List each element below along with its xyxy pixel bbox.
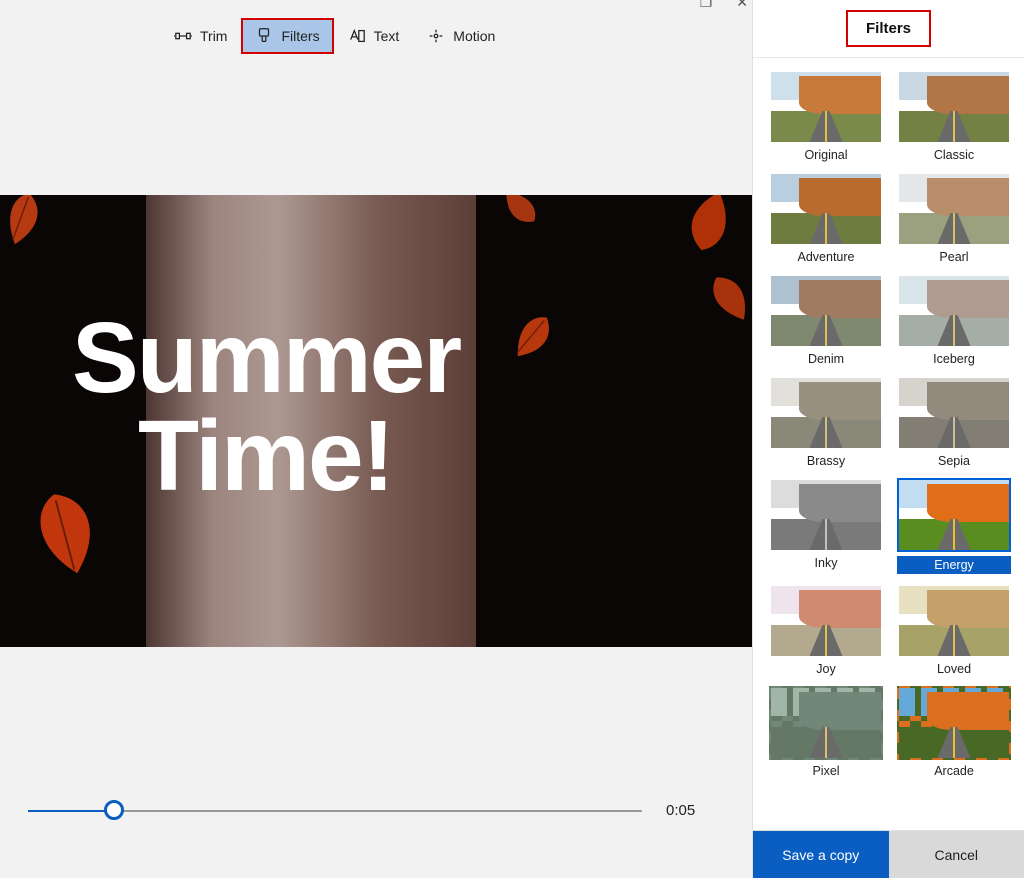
filter-label: Loved — [937, 662, 971, 676]
filter-thumb — [897, 686, 1011, 760]
filter-item-iceberg[interactable]: Iceberg — [897, 274, 1011, 366]
restore-icon[interactable]: ❐ — [700, 0, 713, 11]
filter-thumb — [769, 686, 883, 760]
timeline-fill — [28, 810, 114, 812]
overlay-line2: Time! — [72, 407, 460, 505]
filter-item-arcade[interactable]: Arcade — [897, 686, 1011, 778]
filter-thumb — [897, 376, 1011, 450]
close-icon[interactable]: ✕ — [736, 0, 748, 11]
edit-toolbar: Trim Filters Text Motion — [160, 18, 509, 54]
filter-thumb — [769, 70, 883, 144]
filter-label: Energy — [897, 556, 1011, 574]
filter-label: Sepia — [938, 454, 970, 468]
save-copy-button[interactable]: Save a copy — [753, 831, 889, 878]
filter-thumb — [769, 478, 883, 552]
filter-item-pixel[interactable]: Pixel — [769, 686, 883, 778]
motion-label: Motion — [453, 28, 495, 44]
video-preview: Summer Time! — [0, 195, 752, 647]
filter-label: Pearl — [939, 250, 968, 264]
filter-thumb — [897, 584, 1011, 658]
filter-item-sepia[interactable]: Sepia — [897, 376, 1011, 468]
filter-item-original[interactable]: Original — [769, 70, 883, 162]
filter-label: Pixel — [812, 764, 839, 778]
filters-button[interactable]: Filters — [241, 18, 333, 54]
overlay-line1: Summer — [72, 309, 460, 407]
preview-title-overlay: Summer Time! — [72, 309, 460, 505]
filters-panel: Filters Original Classic Adventure Pearl Den… — [752, 0, 1024, 878]
filter-label: Classic — [934, 148, 974, 162]
filter-item-inky[interactable]: Inky — [769, 478, 883, 574]
filter-label: Adventure — [798, 250, 855, 264]
filter-label: Original — [804, 148, 847, 162]
panel-footer: Save a copy Cancel — [753, 830, 1024, 878]
window-controls: ❐ ✕ — [700, 0, 748, 11]
filter-label: Inky — [815, 556, 838, 570]
filter-item-pearl[interactable]: Pearl — [897, 172, 1011, 264]
filter-item-energy[interactable]: Energy — [897, 478, 1011, 574]
text-icon — [348, 27, 366, 45]
text-label: Text — [374, 28, 400, 44]
timeline-slider[interactable] — [28, 802, 642, 822]
filter-thumb — [897, 172, 1011, 246]
text-button[interactable]: Text — [334, 18, 414, 54]
filter-item-classic[interactable]: Classic — [897, 70, 1011, 162]
trim-label: Trim — [200, 28, 227, 44]
trim-button[interactable]: Trim — [160, 18, 241, 54]
filter-label: Denim — [808, 352, 844, 366]
timeline-thumb[interactable] — [104, 800, 124, 820]
filters-grid: Original Classic Adventure Pearl Denim Iceber… — [753, 58, 1024, 830]
filter-thumb — [897, 70, 1011, 144]
panel-title: Filters — [850, 14, 927, 43]
filter-item-brassy[interactable]: Brassy — [769, 376, 883, 468]
motion-icon — [427, 27, 445, 45]
filter-thumb — [769, 584, 883, 658]
filter-thumb — [769, 376, 883, 450]
filter-label: Joy — [816, 662, 835, 676]
time-current: 0:05 — [666, 802, 695, 819]
filter-item-joy[interactable]: Joy — [769, 584, 883, 676]
filter-label: Arcade — [934, 764, 974, 778]
panel-header: Filters — [753, 0, 1024, 58]
filters-icon — [255, 27, 273, 45]
filter-thumb — [769, 274, 883, 348]
filter-label: Brassy — [807, 454, 845, 468]
motion-button[interactable]: Motion — [413, 18, 509, 54]
trim-icon — [174, 27, 192, 45]
filter-item-loved[interactable]: Loved — [897, 584, 1011, 676]
filter-item-denim[interactable]: Denim — [769, 274, 883, 366]
filter-item-adventure[interactable]: Adventure — [769, 172, 883, 264]
filter-thumb — [897, 274, 1011, 348]
filter-thumb — [769, 172, 883, 246]
filter-thumb — [897, 478, 1011, 552]
filters-label: Filters — [281, 28, 319, 44]
cancel-button[interactable]: Cancel — [889, 831, 1024, 878]
filter-label: Iceberg — [933, 352, 975, 366]
editor-main: ❐ ✕ Trim Filters Text Motion — [0, 0, 752, 878]
